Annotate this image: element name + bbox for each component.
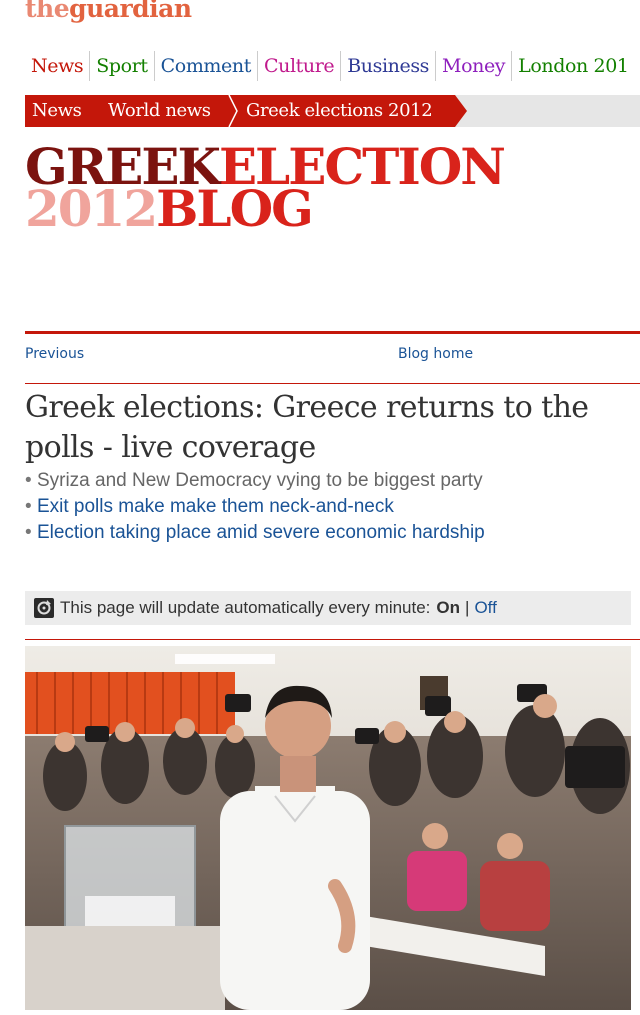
blog-title-year: 2012 [25,179,158,238]
section-nav: News Sport Comment Culture Business Mone… [25,50,640,82]
breadcrumb-news[interactable]: News [32,95,82,127]
blog-home-link[interactable]: Blog home [398,346,473,362]
breadcrumb-world-news[interactable]: World news [108,95,211,127]
auto-update-separator: | [465,598,470,617]
standfirst-list: • Syriza and New Democracy vying to be b… [25,468,625,546]
nav-london-2012[interactable]: London 201 [511,51,634,81]
nav-news[interactable]: News [25,51,89,81]
auto-update-on: On [436,598,461,617]
nav-sport[interactable]: Sport [89,51,153,81]
blog-title-blog: BLOG [156,179,314,238]
logo-the: the [25,0,70,23]
auto-update-off-link[interactable]: Off [474,598,496,618]
breadcrumb: News World news Greek elections 2012 [25,95,640,127]
standfirst-link[interactable]: Exit polls make make them neck-and-neck [37,496,394,517]
guardian-logo[interactable]: theguardian [25,0,192,23]
chevron-right-icon [228,95,238,127]
blog-title[interactable]: GREEKELECTION 2012BLOG [25,142,506,234]
breadcrumb-greek-elections-2012[interactable]: Greek elections 2012 [246,95,433,127]
news-photo-image [25,646,631,1010]
nav-money[interactable]: Money [435,51,511,81]
divider [25,331,640,334]
standfirst-item: Syriza and New Democracy vying to be big… [36,470,483,491]
nav-culture[interactable]: Culture [256,51,340,81]
previous-link[interactable]: Previous [25,346,84,362]
standfirst-link[interactable]: Election taking place amid severe econom… [37,522,485,543]
article-headline: Greek elections: Greece returns to the p… [25,390,589,465]
list-item: • Syriza and New Democracy vying to be b… [25,470,483,491]
divider [25,383,640,384]
refresh-icon [34,598,54,618]
nav-comment[interactable]: Comment [153,51,257,81]
news-photo[interactable] [25,646,631,1010]
logo-guardian: guardian [69,0,192,23]
auto-update-bar: This page will update automatically ever… [25,591,631,625]
breadcrumb-arrow [455,95,467,127]
nav-business[interactable]: Business [340,51,435,81]
divider [25,639,640,640]
auto-update-message: This page will update automatically ever… [60,598,431,617]
list-item[interactable]: • Exit polls make make them neck-and-nec… [25,494,625,520]
list-item[interactable]: • Election taking place amid severe econ… [25,520,625,546]
